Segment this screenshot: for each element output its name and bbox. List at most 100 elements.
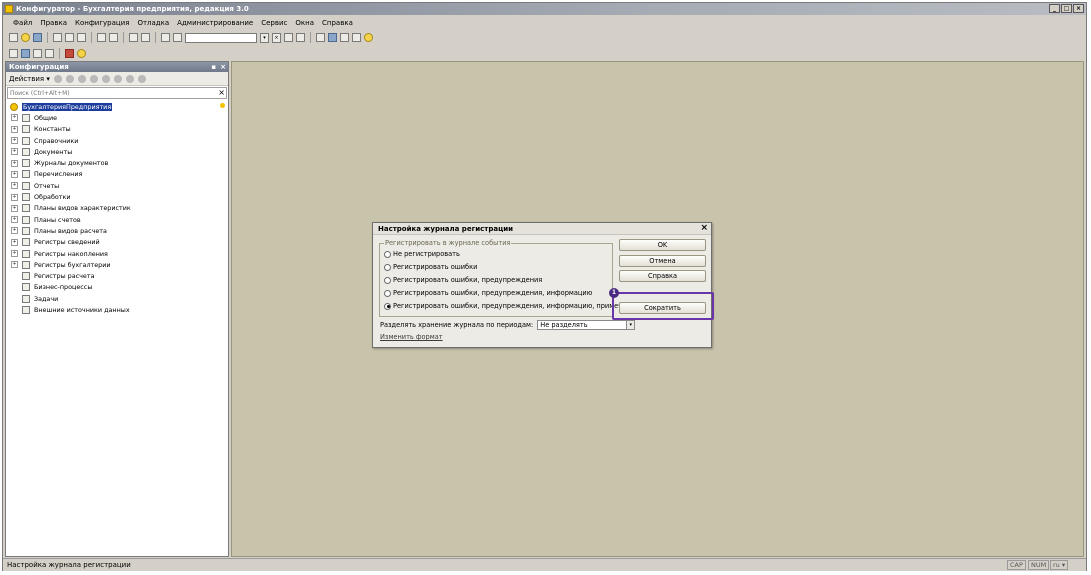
help-icon[interactable] bbox=[364, 33, 373, 42]
expand-toggle-icon[interactable]: + bbox=[11, 261, 18, 269]
expand-toggle-icon[interactable]: + bbox=[11, 227, 18, 235]
tree-item[interactable]: Регистры расчета bbox=[6, 270, 228, 281]
print-icon[interactable] bbox=[97, 33, 106, 42]
menu-configuration[interactable]: Конфигурация bbox=[75, 19, 129, 27]
tree-item[interactable]: + Регистры накопления bbox=[6, 248, 228, 259]
start-debug-icon[interactable] bbox=[77, 49, 86, 58]
radio-errors[interactable]: Регистрировать ошибки bbox=[384, 262, 477, 272]
tree-item[interactable]: Внешние источники данных bbox=[6, 304, 228, 315]
radio-errors-warnings[interactable]: Регистрировать ошибки, предупреждения bbox=[384, 275, 542, 285]
move-down-icon[interactable] bbox=[113, 74, 122, 83]
copy-icon[interactable] bbox=[65, 33, 74, 42]
expand-toggle-icon[interactable]: + bbox=[11, 170, 18, 178]
menu-service[interactable]: Сервис bbox=[261, 19, 287, 27]
save-icon[interactable] bbox=[33, 33, 42, 42]
search-clear-icon[interactable]: × bbox=[218, 88, 225, 98]
radio-button-selected[interactable] bbox=[384, 302, 391, 310]
radio-button[interactable] bbox=[384, 276, 391, 284]
expand-toggle-icon[interactable]: + bbox=[11, 193, 18, 201]
help-button[interactable]: Справка bbox=[619, 270, 706, 282]
move-up-icon[interactable] bbox=[101, 74, 110, 83]
sort-icon[interactable] bbox=[125, 74, 134, 83]
tree-item[interactable]: + Обработки bbox=[6, 191, 228, 202]
expand-toggle-icon[interactable]: + bbox=[11, 137, 18, 145]
tree-item[interactable]: Задачи bbox=[6, 293, 228, 304]
config-tree-icon[interactable] bbox=[9, 49, 18, 58]
search-clear-button[interactable]: × bbox=[272, 32, 281, 43]
split-period-select[interactable]: Не разделять ▾ bbox=[537, 319, 636, 330]
tree-item[interactable]: + Регистры бухгалтерии bbox=[6, 259, 228, 270]
tree-item[interactable]: + Планы счетов bbox=[6, 214, 228, 225]
bookmark-icon[interactable] bbox=[352, 33, 361, 42]
tree-item[interactable]: + Документы bbox=[6, 146, 228, 157]
search-prev-icon[interactable] bbox=[284, 33, 293, 42]
expand-toggle-icon[interactable]: + bbox=[11, 114, 18, 122]
search-dropdown-button[interactable]: ▾ bbox=[260, 32, 269, 43]
edit-icon[interactable] bbox=[65, 74, 74, 83]
close-window-button[interactable]: × bbox=[1073, 4, 1084, 13]
menu-administration[interactable]: Администрирование bbox=[177, 19, 253, 27]
panel-close-icon[interactable]: × bbox=[220, 62, 226, 72]
radio-button[interactable] bbox=[384, 263, 391, 271]
tree-item[interactable]: + Перечисления bbox=[6, 169, 228, 180]
ok-button[interactable]: OK bbox=[619, 239, 706, 251]
actions-menu[interactable]: Действия ▾ bbox=[9, 75, 50, 83]
tree-item[interactable]: + Регистры сведений bbox=[6, 237, 228, 248]
expand-toggle-icon[interactable]: + bbox=[11, 159, 18, 167]
cut-icon[interactable] bbox=[53, 33, 62, 42]
menu-debug[interactable]: Отладка bbox=[137, 19, 169, 27]
expand-toggle-icon[interactable]: + bbox=[11, 125, 18, 133]
radio-button[interactable] bbox=[384, 250, 391, 258]
change-format-link[interactable]: Изменить формат bbox=[380, 333, 443, 341]
new-file-icon[interactable] bbox=[9, 33, 18, 42]
redo-icon[interactable] bbox=[141, 33, 150, 42]
language-indicator[interactable]: ru ▾ bbox=[1050, 560, 1069, 570]
maximize-button[interactable]: □ bbox=[1061, 4, 1072, 13]
expand-toggle-icon[interactable]: + bbox=[11, 182, 18, 190]
tree-item[interactable]: + Планы видов характеристик bbox=[6, 203, 228, 214]
tree-item[interactable]: + Справочники bbox=[6, 135, 228, 146]
tree-search-input[interactable] bbox=[8, 88, 226, 98]
menu-edit[interactable]: Правка bbox=[40, 19, 67, 27]
add-icon[interactable] bbox=[53, 74, 62, 83]
panel-pin-icon[interactable]: ▪ bbox=[211, 62, 216, 72]
menu-file[interactable]: Файл bbox=[13, 19, 32, 27]
tree-item[interactable]: + Общие bbox=[6, 112, 228, 123]
find-icon[interactable] bbox=[161, 33, 170, 42]
config-db-icon[interactable] bbox=[21, 49, 30, 58]
dialog-close-button[interactable]: × bbox=[700, 223, 708, 234]
update-config-icon[interactable] bbox=[65, 49, 74, 58]
config-compare-icon[interactable] bbox=[33, 49, 42, 58]
radio-no-log[interactable]: Не регистрировать bbox=[384, 249, 460, 259]
undo-icon[interactable] bbox=[129, 33, 138, 42]
menu-help[interactable]: Справка bbox=[322, 19, 353, 27]
cancel-button[interactable]: Отмена bbox=[619, 255, 706, 267]
minimize-button[interactable]: _ bbox=[1049, 4, 1060, 13]
zoom-icon[interactable] bbox=[173, 33, 182, 42]
tree-item[interactable]: + Журналы документов bbox=[6, 157, 228, 168]
radio-button[interactable] bbox=[384, 289, 391, 297]
delete-icon[interactable] bbox=[89, 74, 98, 83]
chevron-down-icon[interactable]: ▾ bbox=[626, 320, 635, 329]
radio-errors-warnings-info[interactable]: Регистрировать ошибки, предупреждения, и… bbox=[384, 288, 592, 298]
syntax-check-icon[interactable] bbox=[316, 33, 325, 42]
tree-item[interactable]: Бизнес-процессы bbox=[6, 282, 228, 293]
expand-toggle-icon[interactable]: + bbox=[11, 238, 18, 246]
breakpoint-icon[interactable] bbox=[340, 33, 349, 42]
run-icon[interactable] bbox=[328, 33, 337, 42]
tree-item[interactable]: + Отчеты bbox=[6, 180, 228, 191]
expand-toggle-icon[interactable]: + bbox=[11, 148, 18, 156]
paste-icon[interactable] bbox=[77, 33, 86, 42]
tree-item[interactable]: + Планы видов расчета bbox=[6, 225, 228, 236]
filter-icon[interactable] bbox=[137, 74, 146, 83]
copy-item-icon[interactable] bbox=[77, 74, 86, 83]
open-folder-icon[interactable] bbox=[21, 33, 30, 42]
expand-toggle-icon[interactable]: + bbox=[11, 250, 18, 257]
toolbar-search-input[interactable] bbox=[185, 32, 257, 43]
config-window-icon[interactable] bbox=[45, 49, 54, 58]
expand-toggle-icon[interactable]: + bbox=[11, 216, 18, 224]
menu-windows[interactable]: Окна bbox=[295, 19, 314, 27]
expand-toggle-icon[interactable]: + bbox=[11, 204, 18, 212]
tree-root-item[interactable]: БухгалтерияПредприятия bbox=[6, 101, 228, 112]
tree-item[interactable]: + Константы bbox=[6, 124, 228, 135]
